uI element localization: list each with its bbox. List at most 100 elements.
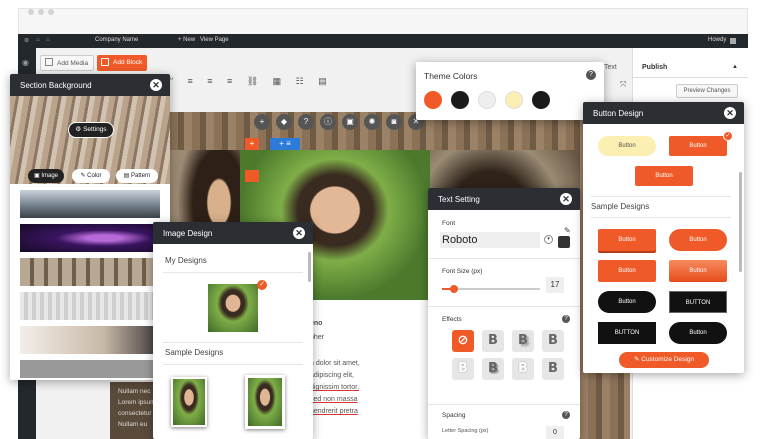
close-icon[interactable]: ✕ [724, 107, 736, 119]
color-swatch-black[interactable] [451, 91, 469, 109]
sample-button[interactable]: Button [669, 260, 727, 282]
background-thumbnail[interactable] [20, 360, 160, 378]
info-icon[interactable]: ⓘ [320, 114, 336, 130]
sample-button[interactable]: BUTTON [669, 291, 727, 313]
wp-admin-bar: ⊛ ⌂ ⌂ Company Name + New View Page Howdy [18, 34, 748, 48]
help-icon[interactable]: ? [562, 411, 570, 419]
button-style-orange-square[interactable]: Button [635, 166, 693, 186]
my-design-thumbnail[interactable] [208, 284, 258, 332]
button-style-cream[interactable]: Button [598, 136, 656, 156]
sample-button[interactable]: Button [598, 260, 656, 282]
settings-icon[interactable]: ✺ [364, 114, 380, 130]
home-icon[interactable]: ⌂ [46, 37, 50, 43]
sample-design-thumbnail[interactable] [245, 375, 285, 429]
effect-emboss-icon[interactable]: B [542, 358, 564, 380]
font-select[interactable]: Roboto [440, 232, 540, 248]
letter-spacing-input[interactable]: 0 [546, 426, 564, 439]
tab-pattern[interactable]: ▤ Pattern [116, 169, 158, 183]
background-thumbnail[interactable] [20, 258, 160, 286]
close-icon[interactable]: ✕ [560, 193, 572, 205]
tab-image[interactable]: ▣ Image [28, 169, 64, 183]
avatar[interactable] [730, 38, 736, 44]
help-icon[interactable]: ? [562, 315, 570, 323]
sample-button[interactable]: Button [669, 322, 727, 344]
publish-box-title: Publish ▲ [632, 58, 748, 78]
slider-handle[interactable] [450, 285, 458, 293]
panel-header: Section Background ✕ [10, 74, 170, 96]
effect-3d-icon[interactable]: B [482, 358, 504, 380]
help-icon[interactable]: ? [586, 70, 596, 80]
scrollbar[interactable] [308, 252, 311, 282]
chevron-down-icon[interactable]: ▾ [544, 235, 553, 244]
dashboard-icon[interactable]: ◉ [22, 58, 29, 67]
font-color-picker[interactable]: ✎ [558, 226, 571, 248]
content-line: sed non massa [310, 396, 358, 403]
scrollbar[interactable] [739, 172, 742, 272]
font-size-input[interactable]: 17 [546, 277, 564, 293]
effect-hollow-icon[interactable]: B [512, 358, 534, 380]
panel-title: Theme Colors [424, 71, 478, 81]
effect-shadow-icon[interactable]: B [512, 330, 534, 352]
preview-changes-button[interactable]: Preview Changes [676, 84, 738, 98]
camera-icon[interactable]: ◙ [386, 114, 402, 130]
effects-label: Effects [442, 316, 462, 323]
row-handle[interactable] [245, 170, 259, 182]
effect-bold-icon[interactable]: B [482, 330, 504, 352]
admin-company-link[interactable]: Company Name [95, 37, 138, 43]
admin-view-page-link[interactable]: View Page [200, 37, 229, 43]
text-setting-panel: Text Setting ✕ Font Roboto ▾ ✎ Font Size … [428, 188, 580, 439]
content-line: n dolor sit amet, [310, 360, 360, 367]
button-style-orange[interactable]: Button [669, 136, 727, 156]
help-icon[interactable]: ? [298, 114, 314, 130]
sample-button[interactable]: Button [598, 229, 656, 251]
panel-title: Image Design [163, 229, 213, 238]
background-thumbnail[interactable] [20, 292, 160, 320]
sample-button[interactable]: BUTTON [598, 322, 656, 344]
quote-icon[interactable]: “ ≡ ≡ ≡ ⛓ ▦ ☷ ▤ [170, 76, 333, 86]
spacing-label: Spacing [442, 412, 466, 419]
sample-button[interactable]: Button [669, 229, 727, 251]
divider [591, 196, 731, 197]
fullscreen-icon[interactable]: ⤧ [620, 80, 626, 90]
close-icon[interactable]: ✕ [150, 79, 162, 91]
sample-design-thumbnail[interactable] [171, 377, 207, 427]
selected-check-icon: ✓ [257, 280, 267, 290]
background-thumbnail[interactable] [20, 190, 160, 218]
home-icon[interactable]: ⌂ [36, 37, 40, 43]
window-dot [48, 9, 54, 15]
image-design-panel: Image Design ✕ My Designs ✓ Sample Design… [153, 222, 313, 439]
column-controls[interactable]: + ≡ [270, 138, 300, 150]
wordpress-icon[interactable]: ⊛ [24, 37, 29, 44]
settings-button[interactable]: ⚙ Settings [68, 122, 114, 138]
browser-window-top [18, 8, 748, 34]
background-thumbnail[interactable] [20, 224, 160, 252]
shield-icon[interactable]: ◆ [276, 114, 292, 130]
admin-new-link[interactable]: + New [178, 37, 195, 43]
background-thumbnail[interactable] [20, 326, 160, 354]
sample-button[interactable]: Button [598, 291, 656, 313]
collapse-icon[interactable]: ▲ [732, 64, 738, 70]
tab-color[interactable]: ✎ Color [72, 169, 110, 183]
font-size-slider[interactable] [442, 285, 540, 293]
divider [163, 272, 303, 273]
color-swatch-cream[interactable] [505, 91, 523, 109]
effect-light-icon[interactable]: B [542, 330, 564, 352]
publish-label: Publish [642, 64, 668, 71]
save-icon[interactable]: ▣ [342, 114, 358, 130]
add-row-button[interactable]: + [245, 138, 259, 150]
no-effect-icon[interactable]: ⊘ [452, 330, 474, 352]
add-icon[interactable]: + [254, 114, 270, 130]
divider [428, 404, 580, 405]
color-swatch-light-gray[interactable] [478, 91, 496, 109]
media-icon [45, 58, 53, 66]
effect-outline-icon[interactable]: B [452, 358, 474, 380]
panel-header: Button Design ✕ [583, 102, 744, 124]
block-icon [101, 58, 109, 66]
customize-design-button[interactable]: ✎ Customize Design [619, 352, 709, 368]
brush-icon: ✎ [564, 226, 571, 235]
admin-howdy[interactable]: Howdy [708, 37, 726, 43]
close-icon[interactable]: ✕ [293, 227, 305, 239]
text-tab[interactable]: Text [604, 64, 617, 71]
color-swatch-orange[interactable] [424, 91, 442, 109]
color-swatch-black-2[interactable] [532, 91, 550, 109]
